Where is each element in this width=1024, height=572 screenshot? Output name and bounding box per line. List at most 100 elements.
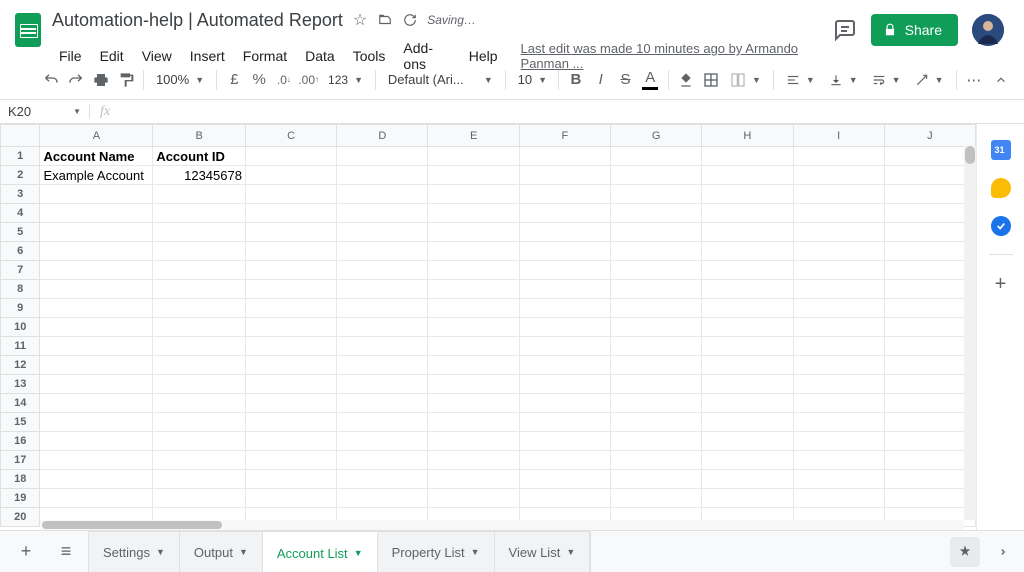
cell-G3[interactable] — [610, 185, 701, 204]
row-header-1[interactable]: 1 — [1, 147, 40, 166]
cell-B5[interactable] — [153, 223, 246, 242]
menu-insert[interactable]: Insert — [183, 44, 232, 68]
col-header-H[interactable]: H — [702, 125, 793, 147]
cell-F11[interactable] — [519, 337, 610, 356]
cell-F18[interactable] — [519, 470, 610, 489]
col-header-E[interactable]: E — [428, 125, 519, 147]
cell-C16[interactable] — [245, 432, 336, 451]
scrollbar-horizontal[interactable] — [40, 520, 964, 530]
comments-icon[interactable] — [833, 18, 857, 42]
document-title[interactable]: Automation-help | Automated Report — [52, 10, 343, 31]
cell-I2[interactable] — [793, 166, 884, 185]
undo-icon[interactable] — [40, 67, 63, 93]
cell-B13[interactable] — [153, 375, 246, 394]
cell-D7[interactable] — [337, 261, 428, 280]
col-header-F[interactable]: F — [519, 125, 610, 147]
name-box[interactable]: K20▼ — [0, 104, 90, 119]
cell-D12[interactable] — [337, 356, 428, 375]
cell-A6[interactable] — [40, 242, 153, 261]
cell-J14[interactable] — [884, 394, 975, 413]
cell-J2[interactable] — [884, 166, 975, 185]
collapse-toolbar-icon[interactable] — [989, 67, 1012, 93]
cell-D16[interactable] — [337, 432, 428, 451]
decrease-decimal-icon[interactable]: .0↓ — [273, 67, 296, 93]
v-align-icon[interactable]: ▼ — [823, 73, 864, 87]
print-icon[interactable] — [90, 67, 113, 93]
col-header-G[interactable]: G — [610, 125, 701, 147]
currency-icon[interactable]: £ — [223, 67, 246, 93]
cell-B11[interactable] — [153, 337, 246, 356]
cell-E13[interactable] — [428, 375, 519, 394]
cell-J1[interactable] — [884, 147, 975, 166]
cell-D15[interactable] — [337, 413, 428, 432]
sheet-tab-view-list[interactable]: View List▼ — [495, 532, 591, 572]
row-header-7[interactable]: 7 — [1, 261, 40, 280]
move-icon[interactable] — [377, 13, 393, 27]
row-header-19[interactable]: 19 — [1, 489, 40, 508]
cell-A4[interactable] — [40, 204, 153, 223]
cell-A3[interactable] — [40, 185, 153, 204]
cell-C14[interactable] — [245, 394, 336, 413]
cell-E12[interactable] — [428, 356, 519, 375]
cell-C15[interactable] — [245, 413, 336, 432]
cell-H7[interactable] — [702, 261, 793, 280]
cell-G17[interactable] — [610, 451, 701, 470]
redo-icon[interactable] — [65, 67, 88, 93]
cell-F5[interactable] — [519, 223, 610, 242]
cell-G6[interactable] — [610, 242, 701, 261]
cell-J19[interactable] — [884, 489, 975, 508]
sheet-tab-account-list[interactable]: Account List▼ — [263, 532, 378, 572]
cell-I15[interactable] — [793, 413, 884, 432]
cell-H13[interactable] — [702, 375, 793, 394]
cell-I11[interactable] — [793, 337, 884, 356]
cell-E7[interactable] — [428, 261, 519, 280]
col-header-B[interactable]: B — [153, 125, 246, 147]
col-header-D[interactable]: D — [337, 125, 428, 147]
cell-I10[interactable] — [793, 318, 884, 337]
cell-J4[interactable] — [884, 204, 975, 223]
cell-E9[interactable] — [428, 299, 519, 318]
row-header-4[interactable]: 4 — [1, 204, 40, 223]
cell-G10[interactable] — [610, 318, 701, 337]
cell-E18[interactable] — [428, 470, 519, 489]
all-sheets-icon[interactable]: ≡ — [48, 537, 84, 567]
cell-B15[interactable] — [153, 413, 246, 432]
cell-B16[interactable] — [153, 432, 246, 451]
cell-J13[interactable] — [884, 375, 975, 394]
sheet-tab-property-list[interactable]: Property List▼ — [378, 532, 495, 572]
row-header-16[interactable]: 16 — [1, 432, 40, 451]
cell-H9[interactable] — [702, 299, 793, 318]
cell-B8[interactable] — [153, 280, 246, 299]
row-header-9[interactable]: 9 — [1, 299, 40, 318]
cell-G19[interactable] — [610, 489, 701, 508]
cell-H8[interactable] — [702, 280, 793, 299]
merge-icon[interactable]: ▼ — [724, 72, 767, 88]
cell-B10[interactable] — [153, 318, 246, 337]
cell-B12[interactable] — [153, 356, 246, 375]
keep-icon[interactable] — [991, 178, 1011, 198]
cell-F2[interactable] — [519, 166, 610, 185]
cell-B9[interactable] — [153, 299, 246, 318]
cell-F9[interactable] — [519, 299, 610, 318]
cell-F1[interactable] — [519, 147, 610, 166]
cell-E11[interactable] — [428, 337, 519, 356]
cell-E17[interactable] — [428, 451, 519, 470]
cell-G13[interactable] — [610, 375, 701, 394]
cell-D11[interactable] — [337, 337, 428, 356]
cell-G7[interactable] — [610, 261, 701, 280]
user-avatar[interactable] — [972, 14, 1004, 46]
cell-H14[interactable] — [702, 394, 793, 413]
cell-A7[interactable] — [40, 261, 153, 280]
cell-C11[interactable] — [245, 337, 336, 356]
cell-H17[interactable] — [702, 451, 793, 470]
cell-E4[interactable] — [428, 204, 519, 223]
menu-edit[interactable]: Edit — [93, 44, 131, 68]
cell-H2[interactable] — [702, 166, 793, 185]
scrollbar-vertical[interactable] — [964, 146, 976, 520]
menu-view[interactable]: View — [135, 44, 179, 68]
cell-I8[interactable] — [793, 280, 884, 299]
cell-E8[interactable] — [428, 280, 519, 299]
row-header-13[interactable]: 13 — [1, 375, 40, 394]
cell-E2[interactable] — [428, 166, 519, 185]
cell-B6[interactable] — [153, 242, 246, 261]
